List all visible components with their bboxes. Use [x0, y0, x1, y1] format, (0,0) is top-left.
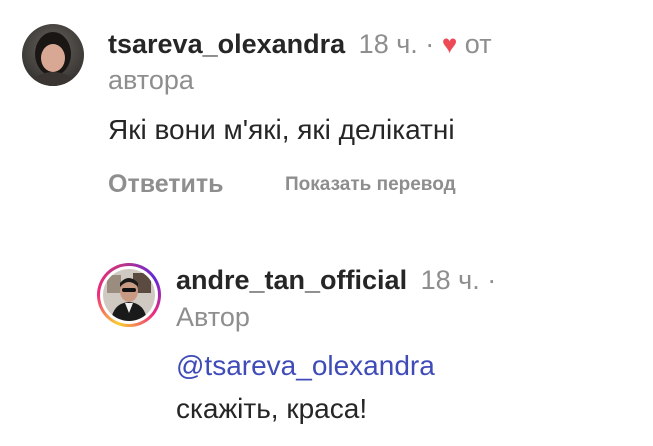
reply: andre_tan_official 18 ч. · Автор @tsarev…	[0, 240, 653, 446]
avatar-image	[22, 24, 84, 86]
liked-by-author-prefix: от	[464, 29, 492, 59]
mention-link[interactable]: @tsareva_olexandra	[176, 348, 435, 384]
author-badge: Автор	[176, 302, 250, 332]
story-ring[interactable]	[97, 263, 161, 327]
comment-header: tsareva_olexandra 18 ч. · ♥ от	[108, 26, 492, 62]
separator: ·	[487, 265, 497, 295]
avatar[interactable]	[22, 24, 84, 86]
timestamp: 18 ч.	[358, 29, 418, 59]
avatar	[103, 269, 155, 321]
timestamp: 18 ч.	[420, 265, 480, 295]
reply-button[interactable]: Ответить	[108, 170, 224, 199]
heart-icon: ♥	[441, 29, 458, 59]
translate-button[interactable]: Показать перевод	[285, 174, 456, 196]
reply-text: скажіть, краса!	[176, 393, 368, 424]
comment-text: Які вони м'які, які делікатні	[108, 114, 455, 145]
reply-header: andre_tan_official 18 ч. ·	[176, 262, 496, 298]
username[interactable]: tsareva_olexandra	[108, 29, 345, 59]
avatar-image	[103, 269, 155, 321]
separator: ·	[425, 29, 435, 59]
liked-by-author-suffix: автора	[108, 65, 194, 95]
username[interactable]: andre_tan_official	[176, 265, 407, 295]
comment: tsareva_olexandra 18 ч. · ♥ от автора Як…	[0, 0, 653, 230]
